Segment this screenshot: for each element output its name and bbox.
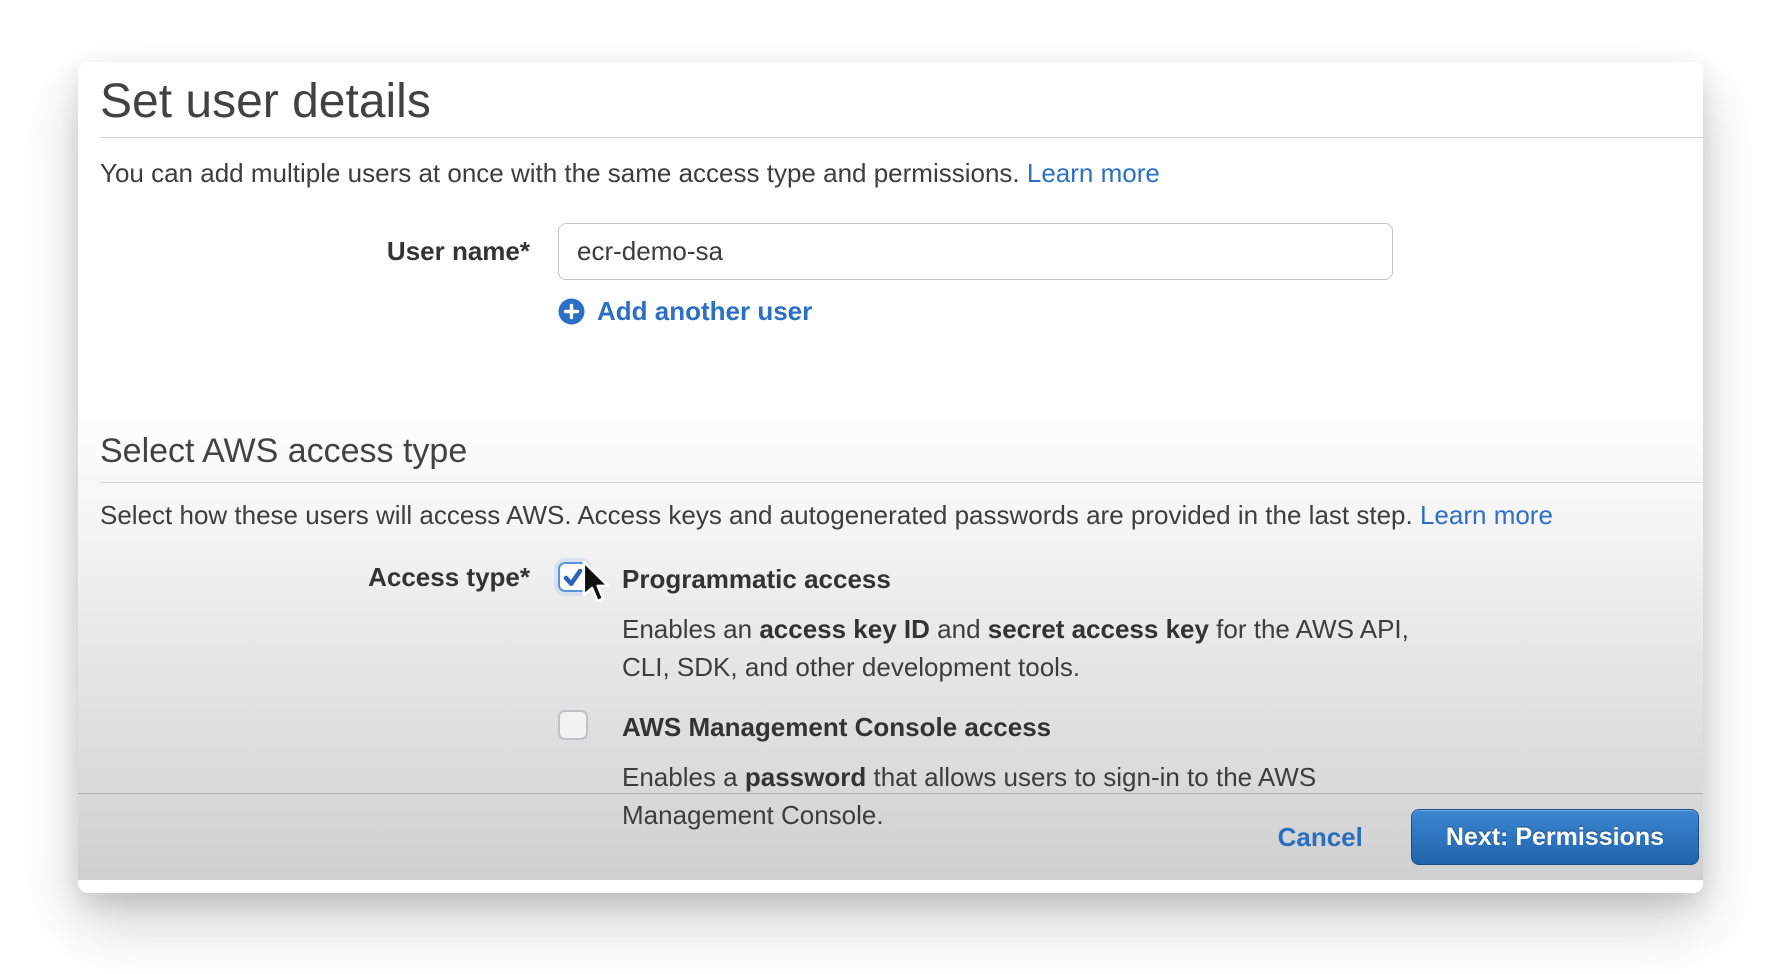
- option-console-access: AWS Management Console access Enables a …: [558, 708, 1422, 834]
- cancel-button[interactable]: Cancel: [1278, 822, 1363, 853]
- check-icon: [561, 565, 585, 589]
- access-type-intro: Select how these users will access AWS. …: [100, 496, 1681, 534]
- console-access-title[interactable]: AWS Management Console access: [622, 708, 1422, 746]
- console-access-checkbox[interactable]: [558, 710, 588, 740]
- user-name-label: User name*: [100, 223, 530, 280]
- section-title-access-type: Select AWS access type: [100, 431, 1681, 471]
- add-another-user-button[interactable]: Add another user: [558, 296, 1681, 327]
- next-permissions-button[interactable]: Next: Permissions: [1411, 809, 1699, 865]
- add-user-wizard-card: Set user details You can add multiple us…: [78, 62, 1703, 893]
- user-details-intro: You can add multiple users at once with …: [100, 154, 1681, 192]
- section-divider: [100, 482, 1703, 483]
- programmatic-access-title[interactable]: Programmatic access: [622, 560, 1422, 598]
- access-type-label: Access type*: [100, 560, 530, 592]
- add-another-user-label: Add another user: [597, 296, 812, 327]
- access-type-intro-text: Select how these users will access AWS. …: [100, 500, 1413, 530]
- console-access-text: AWS Management Console access Enables a …: [622, 708, 1422, 834]
- user-details-intro-text: You can add multiple users at once with …: [100, 158, 1020, 188]
- programmatic-access-checkbox[interactable]: [558, 562, 588, 592]
- title-divider: [100, 137, 1703, 138]
- learn-more-link-user-details[interactable]: Learn more: [1027, 158, 1160, 188]
- programmatic-access-text: Programmatic access Enables an access ke…: [622, 560, 1422, 686]
- plus-circle-icon: [558, 298, 585, 325]
- wizard-content: Set user details You can add multiple us…: [78, 62, 1703, 793]
- user-name-row: User name*: [100, 223, 1681, 280]
- option-programmatic-access: Programmatic access Enables an access ke…: [558, 560, 1422, 686]
- access-type-options: Programmatic access Enables an access ke…: [558, 560, 1422, 834]
- learn-more-link-access-type[interactable]: Learn more: [1420, 500, 1553, 530]
- page-title: Set user details: [100, 74, 1681, 130]
- programmatic-access-description: Enables an access key ID and secret acce…: [622, 610, 1422, 686]
- user-name-input[interactable]: [558, 223, 1393, 280]
